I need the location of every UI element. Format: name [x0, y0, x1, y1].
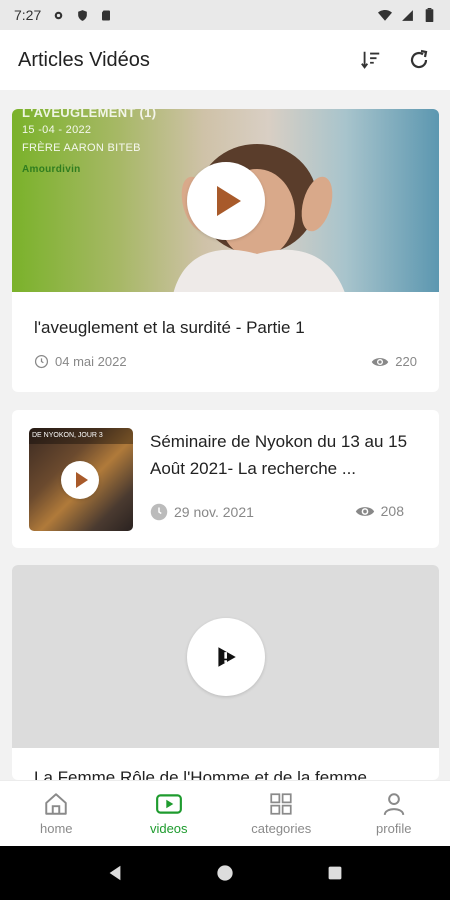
clock-icon — [150, 503, 168, 521]
date-label: 04 mai 2022 — [55, 354, 127, 369]
thumb-strip: DE NYOKON, JOUR 3 — [29, 428, 133, 444]
app-bar: Articles Vidéos — [0, 30, 450, 90]
play-icon — [217, 186, 241, 216]
nav-home[interactable]: home — [0, 781, 113, 846]
thumb-brand: Amourdivin — [22, 164, 81, 175]
sd-card-icon — [99, 8, 113, 22]
play-icon — [75, 472, 88, 488]
error-play-button[interactable] — [187, 618, 265, 696]
nav-categories[interactable]: categories — [225, 781, 338, 846]
video-card[interactable]: La Femme Rôle de l'Homme et de la femme — [12, 565, 439, 780]
sort-button[interactable] — [358, 47, 384, 73]
nav-home-label: home — [39, 821, 73, 836]
recents-button[interactable] — [315, 853, 355, 893]
nav-profile-label: profile — [376, 821, 412, 836]
eye-icon — [372, 357, 389, 366]
sort-icon — [361, 51, 380, 69]
video-card[interactable]: L'AVEUGLEMENT (1) 15 -04 - 2022 FRÈRE AA… — [12, 109, 439, 392]
back-button[interactable] — [95, 853, 135, 893]
person-icon — [383, 793, 404, 816]
video-date: 04 mai 2022 — [34, 354, 127, 369]
video-error-icon — [218, 647, 236, 667]
wifi-icon — [378, 8, 392, 22]
thumb-author: FRÈRE AARON BITEB — [22, 142, 141, 154]
status-bar: 7:27 — [0, 0, 450, 30]
refresh-icon — [410, 49, 428, 69]
eye-icon — [355, 506, 374, 516]
video-thumbnail[interactable]: DE NYOKON, JOUR 3 — [29, 428, 133, 531]
battery-icon — [422, 8, 436, 22]
video-views: 220 — [371, 354, 417, 369]
video-title: l'aveuglement et la surdité - Partie 1 — [34, 318, 305, 337]
thumb-heading: L'AVEUGLEMENT (1) — [22, 109, 157, 120]
signal-icon — [400, 8, 414, 22]
gear-icon — [51, 8, 65, 22]
video-title: La Femme Rôle de l'Homme et de la femme — [34, 768, 367, 780]
thumb-date: 15 -04 - 2022 — [22, 124, 92, 136]
views-count: 220 — [395, 354, 417, 369]
video-views: 208 — [355, 503, 404, 519]
nav-profile[interactable]: profile — [338, 781, 450, 846]
bottom-navigation: home videos categories profile — [0, 780, 450, 846]
video-thumbnail-placeholder[interactable] — [12, 565, 439, 748]
shield-icon — [75, 8, 89, 22]
date-label: 29 nov. 2021 — [174, 504, 254, 520]
video-thumbnail[interactable]: L'AVEUGLEMENT (1) 15 -04 - 2022 FRÈRE AA… — [12, 109, 439, 292]
play-button[interactable] — [187, 162, 265, 240]
system-navigation-bar — [0, 846, 450, 900]
nav-videos-label: videos — [149, 821, 188, 836]
views-count: 208 — [380, 503, 404, 519]
nav-categories-label: categories — [251, 821, 312, 836]
back-icon — [109, 865, 121, 881]
video-list: L'AVEUGLEMENT (1) 15 -04 - 2022 FRÈRE AA… — [0, 90, 450, 780]
page-title: Articles Vidéos — [18, 48, 150, 71]
home-system-button[interactable] — [205, 853, 245, 893]
video-card[interactable]: DE NYOKON, JOUR 3 Séminaire de Nyokon du… — [12, 410, 439, 548]
recents-icon — [328, 866, 342, 880]
clock-icon — [34, 354, 49, 369]
home-circle-icon — [217, 865, 233, 881]
video-icon — [155, 794, 182, 814]
video-title: Séminaire de Nyokon du 13 au 15 Août 202… — [150, 432, 408, 478]
refresh-button[interactable] — [406, 47, 432, 73]
play-button[interactable] — [61, 461, 99, 499]
grid-icon — [270, 793, 292, 815]
nav-videos[interactable]: videos — [113, 781, 226, 846]
status-time: 7:27 — [14, 7, 42, 23]
video-date: 29 nov. 2021 — [150, 503, 254, 521]
home-icon — [45, 793, 67, 815]
